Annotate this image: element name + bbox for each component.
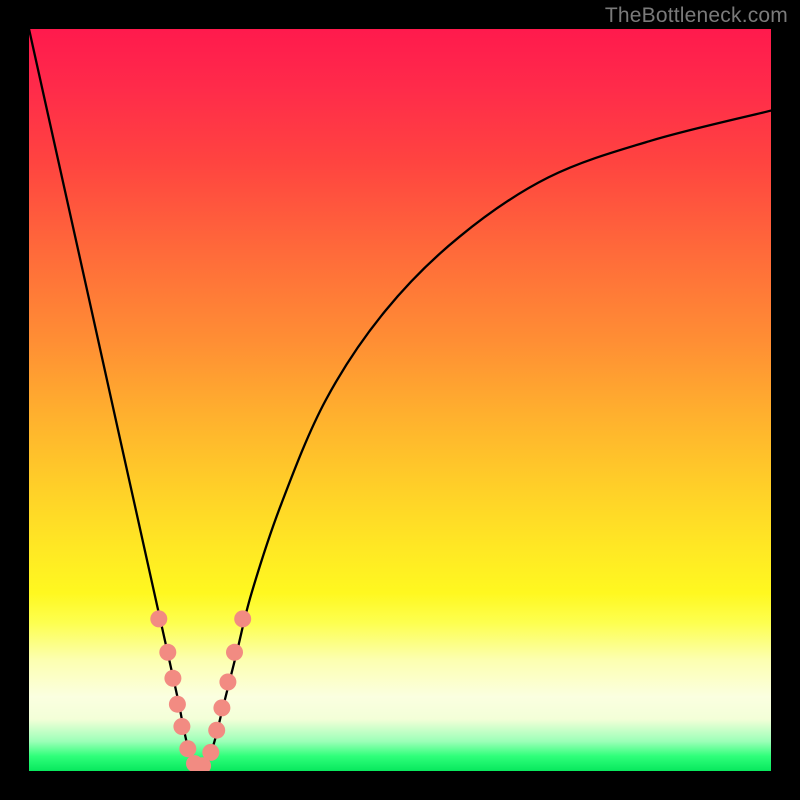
chart-svg (29, 29, 771, 771)
marker-dot (234, 610, 251, 627)
marker-dot (159, 644, 176, 661)
marker-dot (208, 722, 225, 739)
highlight-markers (150, 610, 251, 771)
marker-dot (226, 644, 243, 661)
chart-frame (29, 29, 771, 771)
marker-dot (173, 718, 190, 735)
marker-dot (150, 610, 167, 627)
marker-dot (164, 670, 181, 687)
marker-dot (219, 674, 236, 691)
marker-dot (213, 699, 230, 716)
bottleneck-curve (29, 29, 771, 771)
marker-dot (169, 696, 186, 713)
watermark-text: TheBottleneck.com (605, 4, 788, 28)
marker-dot (179, 740, 196, 757)
marker-dot (202, 744, 219, 761)
